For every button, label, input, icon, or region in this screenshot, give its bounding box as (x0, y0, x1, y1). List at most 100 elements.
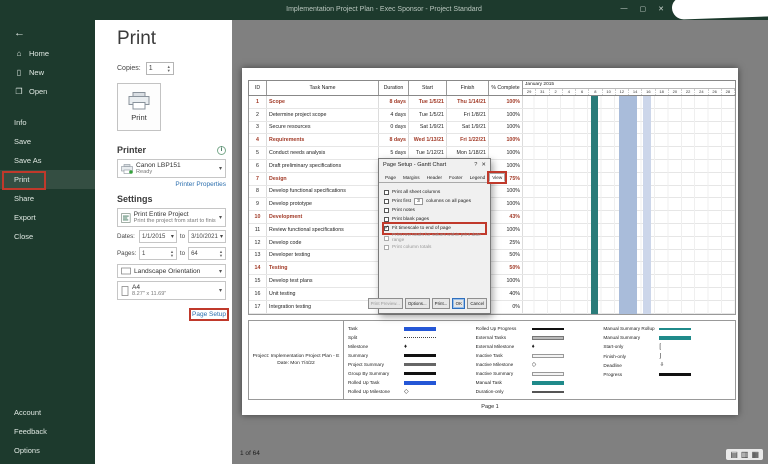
checkbox-label: Print all sheet columns (392, 190, 440, 195)
legend-item: Deadline ⇩ (603, 361, 731, 370)
columns-count-stepper[interactable]: 3 (414, 198, 423, 205)
sidebar-menu-item-label: Info (14, 118, 27, 127)
dialog-tab[interactable]: Page (382, 173, 399, 182)
sidebar-item[interactable]: Home (0, 44, 95, 63)
page-setup-link[interactable]: Page Setup (192, 311, 226, 318)
legend-item-symbol (404, 361, 436, 368)
dialog-tab[interactable]: Footer (446, 173, 466, 182)
legend-item: Duration-only (476, 387, 604, 396)
legend-item-symbol (404, 334, 436, 341)
dialog-checkbox-row[interactable]: Print row totals for values within print… (384, 233, 485, 243)
checkbox-icon[interactable] (384, 226, 389, 231)
cell-id: 5 (249, 147, 267, 159)
legend-item-symbol (532, 325, 564, 332)
timeline-tick: 18 (656, 89, 669, 95)
maximize-icon[interactable]: ▢ (640, 5, 647, 13)
zoom-page-view-icon[interactable]: ▥ (741, 450, 749, 459)
sidebar-menu-item[interactable]: Save As (0, 151, 95, 170)
checkbox-label: Print notes (392, 208, 415, 213)
checkbox-icon[interactable] (384, 236, 389, 241)
paper-size-dropdown[interactable]: A4 8.27" x 11.69" ▾ (117, 281, 226, 300)
timeline-month-label: January 2015 (523, 81, 735, 89)
legend-item-symbol (404, 352, 436, 359)
dialog-button[interactable]: Print Preview... (368, 298, 403, 309)
paper-size-value: A4 (132, 284, 166, 291)
dialog-button[interactable]: OK (452, 298, 465, 309)
table-row: 3 Secure resources 0 days Sat 1/9/21 Sat… (249, 122, 735, 135)
dialog-button[interactable]: Options... (405, 298, 430, 309)
dialog-tab[interactable]: View (489, 173, 505, 182)
printer-device-icon (121, 164, 133, 174)
legend-item-label: Finish-only (603, 354, 657, 359)
cell-id: 13 (249, 250, 267, 262)
date-from-picker[interactable]: 1/1/2015 ▾ (139, 230, 177, 243)
sidebar-menu-item[interactable]: Save (0, 132, 95, 151)
dialog-tab[interactable]: Margins (400, 173, 423, 182)
help-icon[interactable]: ? (474, 162, 477, 168)
checkbox-icon[interactable] (384, 208, 389, 213)
timeline-ticks: 2931246810121416182022242628 (523, 89, 735, 95)
dialog-titlebar[interactable]: Page Setup - Gantt Chart ? ✕ (379, 159, 490, 171)
checkbox-icon[interactable] (384, 190, 389, 195)
info-icon[interactable]: i (217, 146, 226, 155)
legend-item: Inactive Task (476, 351, 604, 360)
dialog-checkbox-row[interactable]: Print all sheet columns (384, 188, 485, 197)
cell-timeline (523, 186, 735, 198)
legend-item-label: Inactive Milestone (476, 362, 530, 367)
dialog-checkbox-row[interactable]: Fit timescale to end of page (384, 224, 485, 233)
checkbox-icon[interactable] (384, 245, 389, 250)
copies-stepper[interactable]: 1 ▲▼ (146, 62, 174, 75)
sidebar-menu-item-label: Export (14, 213, 36, 222)
legend-item-label: Manual Summary Rollup (603, 326, 657, 331)
sidebar-menu-item[interactable]: Info (0, 113, 95, 132)
dialog-checkbox-row[interactable]: Print notes (384, 206, 485, 215)
sidebar-item[interactable]: Open (0, 82, 95, 101)
printer-name: Canon LBP151 (136, 162, 181, 169)
print-button[interactable]: Print (117, 83, 161, 131)
page-from-spinner-icon[interactable]: ▲▼ (170, 250, 174, 257)
sidebar-item[interactable]: New (0, 63, 95, 82)
legend-item-label: Progress (603, 372, 657, 377)
close-icon[interactable]: ✕ (481, 162, 486, 168)
legend-item: Finish-only ] (603, 352, 731, 361)
chevron-down-icon: ▾ (219, 268, 222, 275)
zoom-page-view-icon[interactable]: ▤ (730, 450, 738, 459)
page-to-stepper[interactable]: 64 ▲▼ (188, 247, 226, 260)
dialog-checkbox-row[interactable]: Print first 3 columns on all pages (384, 197, 485, 206)
sidebar-bottom-item[interactable]: Options (0, 441, 95, 460)
copies-spinner-icon[interactable]: ▲▼ (167, 65, 171, 72)
print-scope-dropdown[interactable]: Print Entire Project Print the project f… (117, 208, 226, 227)
cell-id: 9 (249, 198, 267, 210)
checkbox-icon[interactable] (384, 217, 389, 222)
cell-pct-complete: 100% (489, 122, 523, 134)
printer-properties-link[interactable]: Printer Properties (117, 181, 226, 188)
cell-task-name: Develop prototype (267, 198, 379, 210)
legend-column-3: Manual Summary Rollup Manual Summary Sta… (603, 324, 731, 396)
printer-dropdown[interactable]: Canon LBP151 Ready ▾ (117, 159, 226, 178)
sidebar-menu-item[interactable]: Export (0, 208, 95, 227)
orientation-dropdown[interactable]: Landscape Orientation ▾ (117, 264, 226, 278)
page-to-spinner-icon[interactable]: ▲▼ (219, 250, 223, 257)
sidebar-menu-item[interactable]: Close (0, 227, 95, 246)
dialog-tab[interactable]: Legend (467, 173, 489, 182)
sidebar-menu-item[interactable]: Share (0, 189, 95, 208)
dialog-button[interactable]: Cancel (467, 298, 487, 309)
dialog-tab[interactable]: Header (424, 173, 445, 182)
sidebar-bottom-item[interactable]: Feedback (0, 422, 95, 441)
date-to-picker[interactable]: 3/10/2021 ▾ (188, 230, 226, 243)
zoom-page-view-icon[interactable]: ▦ (751, 450, 759, 459)
dialog-checkbox-row[interactable]: Print column totals (384, 243, 485, 252)
page-from-stepper[interactable]: 1 ▲▼ (139, 247, 177, 260)
minimize-icon[interactable]: — (621, 5, 628, 13)
back-button[interactable]: ← (0, 22, 95, 44)
dialog-button[interactable]: Print... (432, 298, 451, 309)
checkbox-icon[interactable] (384, 199, 389, 204)
sidebar-bottom-item[interactable]: Account (0, 403, 95, 422)
table-row: 9 Develop prototype 4 days Fri 1/29/21 W… (249, 198, 735, 211)
dialog-checkbox-row[interactable]: Print blank pages (384, 215, 485, 224)
sidebar-menu-item[interactable]: Print (0, 170, 95, 189)
table-row: 12 Develop code 10 days Tue 2/9/21 Mon 2… (249, 237, 735, 250)
close-icon[interactable]: ✕ (658, 5, 664, 13)
cell-start: Tue 1/5/21 (409, 109, 447, 121)
legend-item-symbol (404, 370, 436, 377)
